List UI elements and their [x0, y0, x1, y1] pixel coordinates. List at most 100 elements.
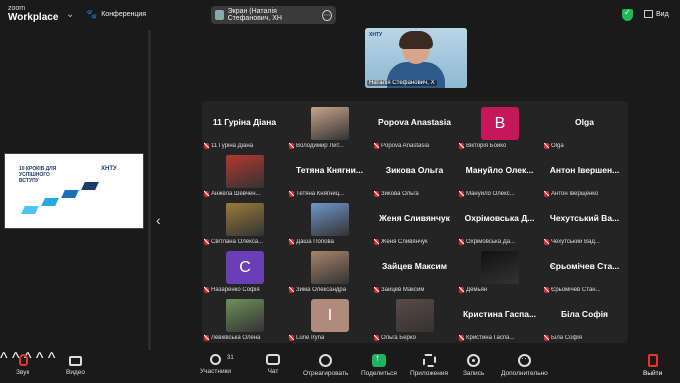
record-button[interactable]: Запись	[463, 354, 484, 377]
participant-name: Зайцев Максим	[381, 287, 425, 293]
apps-label: Приложения	[410, 370, 449, 377]
participant-name-caption: Lurie Iryna	[289, 335, 324, 341]
muted-mic-icon	[204, 191, 209, 197]
participant-name-caption: Женя Сливянчук	[374, 239, 428, 245]
participant-display-name: Зикова Ольга	[385, 165, 444, 175]
muted-mic-icon	[459, 287, 464, 293]
participant-tile[interactable]: B Вікторія Бойко	[457, 103, 542, 151]
participant-name: Зима Олександра	[296, 287, 347, 293]
participant-name: Назаренко Софія	[211, 287, 260, 293]
zoom-logo: zoom Workplace	[8, 5, 58, 23]
participant-photo	[311, 203, 349, 236]
apps-button[interactable]: Приложения	[410, 354, 448, 377]
participant-name-caption: Olga	[544, 143, 564, 149]
security-shield-icon[interactable]	[622, 8, 633, 21]
screen-share-indicator[interactable]: Экран (Наталія Стефанович, ХН ⋯	[211, 6, 336, 24]
participant-tile[interactable]: Антон Івершен... Антон Іверщенко	[542, 151, 627, 199]
shared-screen-thumbnail[interactable]: 10 КРОКІВ ДЛЯ УСПІШНОГО ВСТУПУ ХНТУ	[4, 153, 144, 229]
participant-tile[interactable]: Єрьомічев Ста... Єрьомічев Стан...	[542, 247, 627, 295]
muted-mic-icon	[204, 287, 209, 293]
logo-line2: Workplace	[8, 12, 59, 23]
participant-tile[interactable]: Демьян	[457, 247, 542, 295]
active-speaker-video[interactable]: ХНТУ Наталія Стефанович, Х	[365, 28, 467, 88]
participant-tile[interactable]: Ольга Берко	[372, 295, 457, 343]
share-options-caret[interactable]: ^	[48, 350, 56, 367]
participant-name-caption: 11 Гуріна Діана	[204, 143, 253, 149]
participant-tile[interactable]: C Назаренко Софія	[202, 247, 287, 295]
participant-tile[interactable]: Даша Попова	[287, 199, 372, 247]
video-button[interactable]: Видео	[66, 354, 85, 376]
muted-mic-icon	[204, 335, 209, 341]
participants-label: Участники	[200, 368, 232, 375]
muted-mic-icon	[289, 335, 294, 341]
meeting-toolbar: Звук ^ Видео ^ Участники 31 ^ Чат ^ Отре…	[0, 350, 680, 383]
slide-step-arrow	[61, 190, 79, 198]
participant-tile[interactable]: Анжела Шевчен...	[202, 151, 287, 199]
meeting-info-button[interactable]: 🐾 Конференция	[86, 9, 146, 20]
participant-display-name: Зайцев Максим	[381, 261, 448, 271]
chat-label: Чат	[267, 368, 279, 375]
participant-gallery: 11 Гуріна Діана 11 Гуріна Діана Володимир …	[202, 101, 628, 343]
audio-options-caret[interactable]: ^	[0, 350, 8, 367]
grid-icon	[644, 10, 653, 18]
participant-display-name: Біла Софія	[560, 309, 609, 319]
panel-divider[interactable]	[148, 30, 151, 350]
participant-tile[interactable]: 11 Гуріна Діана 11 Гуріна Діана	[202, 103, 287, 151]
participant-tile[interactable]: Володимир Лит...	[287, 103, 372, 151]
participant-tile[interactable]: Чехутський Ва... Чехутський Вад...	[542, 199, 627, 247]
participant-tile[interactable]: Кристина Гаспа... Кристина Гаспа...	[457, 295, 542, 343]
participant-name: Женя Сливянчук	[381, 239, 428, 245]
view-button[interactable]: Вид	[644, 10, 669, 18]
participant-tile[interactable]: I Lurie Iryna	[287, 295, 372, 343]
record-icon	[467, 354, 481, 367]
participant-tile[interactable]: Зикова Ольга Зикова Ольга	[372, 151, 457, 199]
react-button[interactable]: Отреагировать	[303, 354, 348, 377]
meeting-label: Конференция	[101, 11, 147, 18]
participant-display-name: Єрьомічев Ста...	[549, 261, 620, 271]
participant-name-caption: Вікторія Бойко	[459, 143, 506, 149]
participant-tile[interactable]: Popova Anastasia Popova Anastasia	[372, 103, 457, 151]
muted-mic-icon	[459, 239, 464, 245]
previous-page-icon[interactable]: ‹	[156, 212, 161, 228]
slide-title: 10 КРОКІВ ДЛЯ УСПІШНОГО ВСТУПУ	[19, 166, 57, 184]
participant-name-caption: Анжела Шевчен...	[204, 191, 261, 197]
sharer-avatar	[215, 10, 224, 20]
more-button[interactable]: Дополнительно	[501, 353, 548, 377]
chevron-down-icon[interactable]: ⌄	[66, 9, 74, 20]
slide-step-arrow	[21, 206, 39, 214]
leave-icon	[647, 354, 658, 367]
muted-mic-icon	[204, 143, 209, 149]
leave-button[interactable]: Выйти	[643, 354, 662, 377]
participant-name-caption: Зайцев Максим	[374, 287, 424, 293]
muted-mic-icon	[289, 143, 294, 149]
chat-button[interactable]: Чат	[266, 354, 280, 375]
participant-tile[interactable]: Зима Олександра	[287, 247, 372, 295]
participant-tile[interactable]: Зайцев Максим Зайцев Максим	[372, 247, 457, 295]
participant-tile[interactable]: Женя Сливянчук Женя Сливянчук	[372, 199, 457, 247]
share-options-icon[interactable]: ⋯	[322, 9, 333, 21]
muted-mic-icon	[374, 191, 379, 197]
react-label: Отреагировать	[303, 370, 349, 377]
participant-tile[interactable]: Мануйло Олек... Мануйло Олекс...	[457, 151, 542, 199]
participant-tile[interactable]: Охрімовська Д... Охрімовська Да...	[457, 199, 542, 247]
participant-name: Світлана Олекса...	[211, 239, 264, 245]
participant-name-caption: Кристина Гаспа...	[459, 335, 514, 341]
audio-button[interactable]: Звук	[16, 354, 29, 376]
speaker-logo: ХНТУ	[369, 32, 383, 38]
participants-icon	[210, 354, 222, 365]
participant-tile[interactable]: Тетяна Княгни... Тетяна Княгниц...	[287, 151, 372, 199]
participant-tile[interactable]: Біла Софія Біла Софія	[542, 295, 627, 343]
participant-display-name: Чехутський Ва...	[549, 213, 620, 223]
participant-display-name: Мануйло Олек...	[465, 165, 534, 175]
participant-name: Даша Попова	[296, 239, 334, 245]
participant-tile[interactable]: Світлана Олекса...	[202, 199, 287, 247]
participant-photo	[311, 251, 349, 284]
participant-display-name: Женя Сливянчук	[379, 213, 450, 223]
participant-tile[interactable]: Левківська Олена	[202, 295, 287, 343]
share-screen-button[interactable]: Поделиться	[361, 353, 397, 377]
share-label: Поделиться	[361, 370, 397, 377]
participant-tile[interactable]: Olga Olga	[542, 103, 627, 151]
chat-options-caret[interactable]: ^	[36, 350, 44, 367]
participant-display-name: Popova Anastasia	[378, 117, 451, 127]
microphone-muted-icon	[19, 354, 29, 366]
